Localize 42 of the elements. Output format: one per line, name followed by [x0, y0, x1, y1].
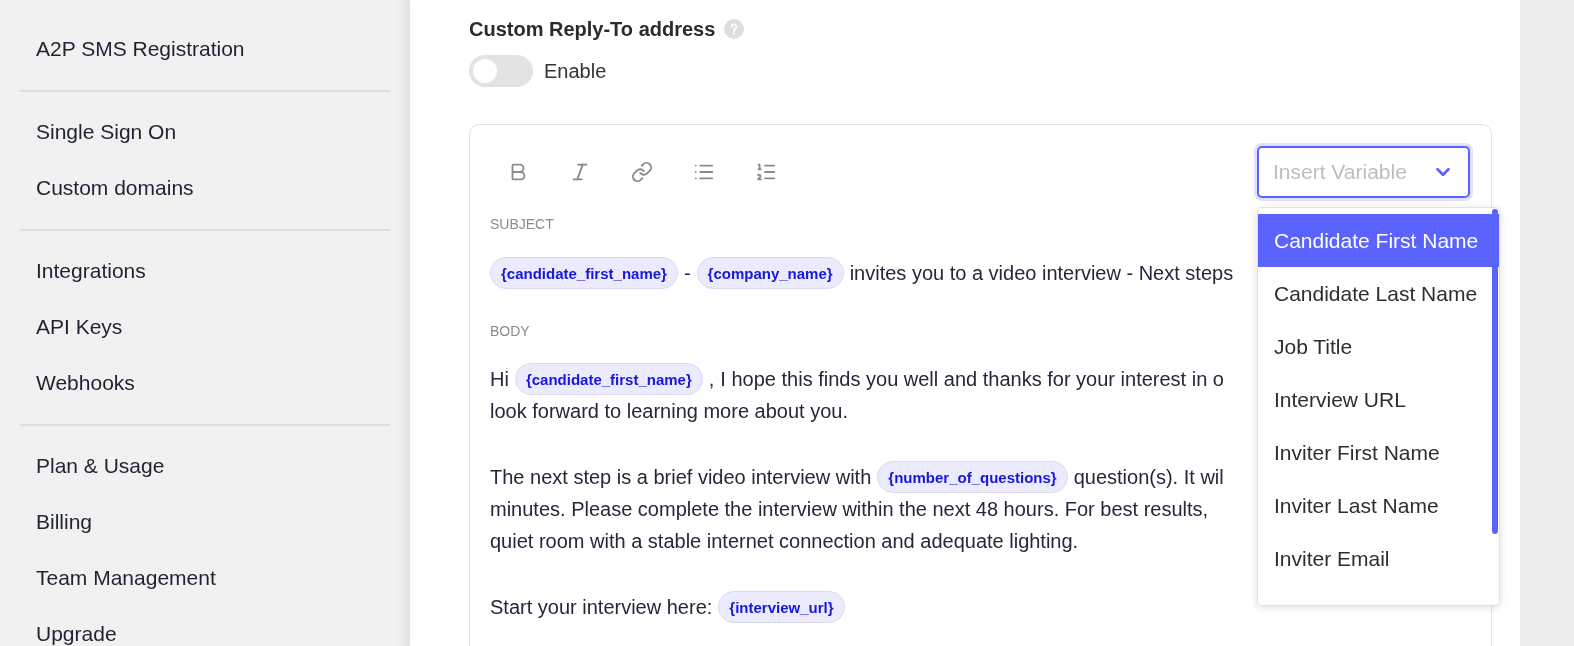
menu-option[interactable]: Inviter Last Name: [1258, 479, 1499, 532]
menu-option[interactable]: Candidate First Name: [1258, 214, 1499, 267]
sidebar-item[interactable]: Integrations: [36, 260, 146, 282]
toggle-switch[interactable]: [469, 55, 533, 87]
sidebar-item[interactable]: Plan & Usage: [36, 455, 165, 477]
body-text: look forward to learning more about you.: [490, 399, 848, 423]
help-icon: [724, 19, 745, 39]
subject-text: invites you to a video interview - Next steps: [849, 261, 1234, 285]
sidebar-item[interactable]: Team Management: [36, 567, 216, 589]
variable-tag: {candidate_first_name}: [490, 257, 678, 289]
variable-tag: {candidate_first_name}: [514, 363, 703, 395]
body-text: Start your interview here:: [490, 595, 713, 619]
scrollbar-thumb[interactable]: [1492, 209, 1498, 534]
variable-tag: {number_of_questions}: [877, 461, 1068, 493]
subject-text: -: [683, 261, 691, 285]
variable-tag: {interview_url}: [718, 591, 845, 623]
field-label: BODY: [490, 323, 530, 340]
variable-tag: {company_name}: [696, 257, 844, 289]
body-text: I hope this finds you well and thanks for your interest in o: [720, 367, 1224, 391]
numbered-list-icon: [755, 161, 777, 183]
body-text: Hi: [490, 367, 509, 391]
link-icon: [631, 161, 653, 183]
sidebar-item[interactable]: API Keys: [36, 316, 123, 338]
menu-option[interactable]: Inviter First Name: [1258, 426, 1499, 479]
sidebar-item[interactable]: Custom domains: [36, 177, 194, 199]
body-text: ,: [708, 367, 715, 391]
body-text: minutes. Please complete the interview within the next 48 hours. For best results,: [490, 497, 1209, 521]
sidebar-item[interactable]: Single Sign On: [36, 121, 177, 143]
body-text: The next step is a brief video interview with: [490, 465, 872, 489]
body-text: quiet room with a stable internet connection and adequate lighting.: [490, 529, 1079, 553]
section-title: Custom Reply-To address: [469, 17, 716, 42]
sidebar-item[interactable]: Billing: [36, 511, 93, 533]
sidebar-item[interactable]: A2P SMS Registration: [36, 38, 245, 60]
toggle-label: Enable: [544, 59, 607, 84]
menu-option[interactable]: Inviter Email: [1258, 532, 1499, 585]
menu-option[interactable]: Candidate Last Name: [1258, 267, 1499, 320]
sidebar-item[interactable]: Webhooks: [36, 372, 135, 394]
menu-option[interactable]: Interview URL: [1258, 373, 1499, 426]
field-label: SUBJECT: [490, 216, 554, 233]
menu-option[interactable]: Job Title: [1258, 320, 1499, 373]
sidebar-item[interactable]: Upgrade: [36, 623, 117, 645]
body-text: question(s). It wil: [1073, 465, 1224, 489]
